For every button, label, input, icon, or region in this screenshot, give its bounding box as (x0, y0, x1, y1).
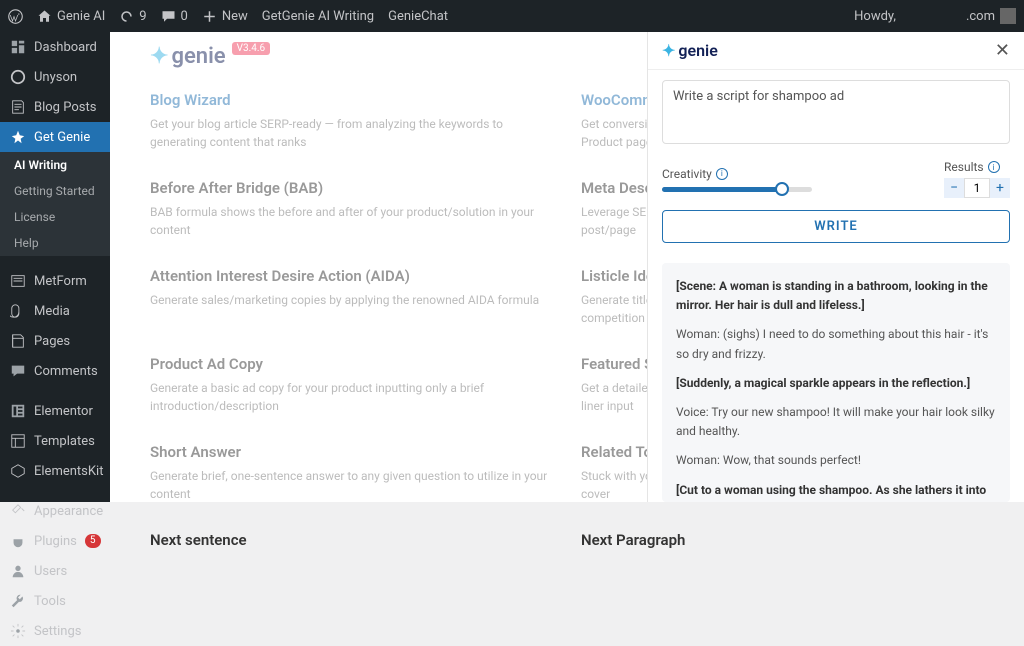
output-line: [Suddenly, a magical sparkle appears in … (676, 374, 996, 393)
updates-link[interactable]: 9 (119, 9, 146, 24)
version-badge: V3.4.6 (232, 42, 271, 55)
template-card[interactable]: Blog WizardGet your blog article SERP-re… (150, 87, 553, 155)
sidebar-item-blog-posts[interactable]: Blog Posts (0, 92, 110, 122)
geniechat-link[interactable]: GenieChat (388, 9, 448, 24)
prompt-input[interactable]: Write a script for shampoo ad (662, 80, 1010, 144)
sidebar-item-elementskit[interactable]: ElementsKit (0, 456, 110, 486)
sidebar-item-dashboard[interactable]: Dashboard (0, 32, 110, 62)
sidebar-sub-ai-writing[interactable]: AI Writing (0, 152, 110, 178)
sidebar-item-elementor[interactable]: Elementor (0, 396, 110, 426)
avatar (1000, 8, 1016, 24)
template-card[interactable]: Next sentence (150, 527, 553, 559)
sidebar-item-templates[interactable]: Templates (0, 426, 110, 456)
sidebar-item-media[interactable]: Media (0, 296, 110, 326)
sidebar-item-get-genie[interactable]: Get Genie (0, 122, 110, 152)
sidebar-item-tools[interactable]: Tools (0, 586, 110, 616)
admin-bar: Genie AI 9 0 New GetGenie AI Writing Gen… (0, 0, 1024, 32)
sidebar-item-settings[interactable]: Settings (0, 616, 110, 646)
results-input[interactable] (964, 178, 990, 198)
close-button[interactable]: ✕ (995, 40, 1010, 61)
output-line: [Scene: A woman is standing in a bathroo… (676, 277, 996, 315)
output-area: [Scene: A woman is standing in a bathroo… (662, 263, 1010, 502)
stepper-plus[interactable]: + (990, 178, 1010, 198)
howdy-link[interactable]: Howdy, .com (854, 8, 1016, 24)
write-button[interactable]: WRITE (662, 210, 1010, 243)
sidebar-item-comments[interactable]: Comments (0, 356, 110, 386)
wp-logo[interactable] (8, 9, 23, 24)
sidebar-sub-help[interactable]: Help (0, 230, 110, 256)
template-card[interactable]: Attention Interest Desire Action (AIDA)G… (150, 263, 553, 331)
admin-sidebar: DashboardUnysonBlog PostsGet GenieAI Wri… (0, 32, 110, 502)
creativity-control: Creativityi (662, 167, 812, 192)
sidebar-item-pages[interactable]: Pages (0, 326, 110, 356)
stepper-minus[interactable]: − (944, 178, 964, 198)
sidebar-sub-license[interactable]: License (0, 204, 110, 230)
sidebar-item-appearance[interactable]: Appearance (0, 496, 110, 526)
info-icon[interactable]: i (988, 161, 1000, 173)
template-card[interactable]: Next Paragraph (581, 527, 984, 559)
new-link[interactable]: New (202, 9, 248, 24)
comments-link[interactable]: 0 (161, 9, 188, 24)
template-card[interactable]: Product Ad CopyGenerate a basic ad copy … (150, 351, 553, 419)
genie-logo: ✦genie (150, 44, 226, 69)
getgenie-link[interactable]: GetGenie AI Writing (262, 9, 374, 24)
site-link[interactable]: Genie AI (37, 9, 105, 24)
template-card[interactable]: Before After Bridge (BAB)BAB formula sho… (150, 175, 553, 243)
sidebar-item-unyson[interactable]: Unyson (0, 62, 110, 92)
output-line: Woman: Wow, that sounds perfect! (676, 451, 996, 470)
sidebar-sub-getting-started[interactable]: Getting Started (0, 178, 110, 204)
results-control: Resultsi − + (944, 160, 1010, 198)
panel-logo: ✦genie (662, 41, 718, 60)
template-card[interactable]: Short AnswerGenerate brief, one-sentence… (150, 439, 553, 507)
sidebar-item-users[interactable]: Users (0, 556, 110, 586)
info-icon[interactable]: i (716, 168, 728, 180)
output-line: [Cut to a woman using the shampoo. As sh… (676, 481, 996, 503)
genie-side-panel: ✦genie ✕ Write a script for shampoo ad C… (647, 32, 1024, 502)
sidebar-item-plugins[interactable]: Plugins5 (0, 526, 110, 556)
creativity-slider[interactable] (662, 187, 812, 192)
output-line: Voice: Try our new shampoo! It will make… (676, 403, 996, 441)
sidebar-item-metform[interactable]: MetForm (0, 266, 110, 296)
output-line: Woman: (sighs) I need to do something ab… (676, 325, 996, 363)
